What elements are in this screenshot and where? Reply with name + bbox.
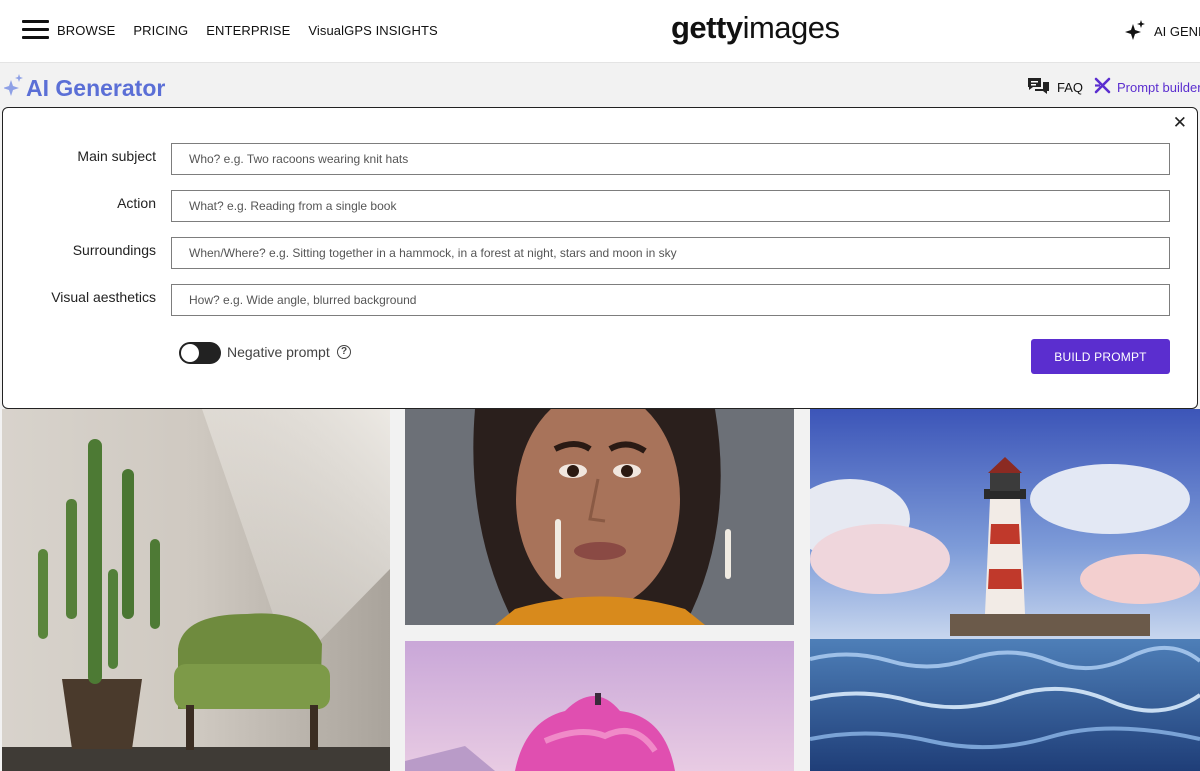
sparkle-icon: [1124, 20, 1146, 43]
gettyimages-logo[interactable]: gettyimages: [671, 10, 840, 46]
surroundings-input[interactable]: [171, 237, 1170, 269]
visual-aesthetics-label: Visual aesthetics: [51, 289, 156, 305]
cactus-chair-image[interactable]: [2, 409, 390, 771]
chat-bubbles-icon: [1027, 77, 1050, 98]
help-icon[interactable]: ?: [337, 345, 351, 359]
prompt-builder-icon: [1094, 77, 1111, 97]
negative-prompt-toggle[interactable]: [179, 342, 221, 364]
nav-pricing[interactable]: PRICING: [133, 23, 188, 38]
sparkle-icon: [3, 74, 24, 102]
nav-visualgps-insights[interactable]: VisualGPS INSIGHTS: [308, 23, 437, 38]
lighthouse-painting-image[interactable]: [810, 409, 1200, 771]
build-prompt-button[interactable]: BUILD PROMPT: [1031, 339, 1170, 374]
prompt-builder-panel: ✕ Main subject Action Surroundings Visua…: [2, 107, 1198, 409]
prompt-builder-label: Prompt builder: [1117, 79, 1200, 95]
page-title: AI Generator: [3, 74, 166, 102]
logo-bold: getty: [671, 10, 743, 45]
nav-browse[interactable]: BROWSE: [57, 23, 115, 38]
portrait-woman-image[interactable]: [405, 409, 794, 625]
main-subject-input[interactable]: [171, 143, 1170, 175]
negative-prompt-label: Negative prompt: [227, 344, 330, 360]
prompt-builder-link[interactable]: Prompt builder: [1094, 77, 1200, 97]
faq-link[interactable]: FAQ: [1027, 77, 1083, 98]
nav-enterprise[interactable]: ENTERPRISE: [206, 23, 290, 38]
faq-label: FAQ: [1057, 80, 1084, 95]
page-title-text: AI Generator: [26, 74, 166, 101]
main-nav: BROWSE PRICING ENTERPRISE VisualGPS INSI…: [57, 23, 438, 38]
action-input[interactable]: [171, 190, 1170, 222]
menu-icon[interactable]: [22, 20, 49, 40]
logo-light: images: [742, 10, 840, 45]
surroundings-label: Surroundings: [72, 242, 156, 258]
close-icon[interactable]: ✕: [1173, 114, 1187, 131]
ai-nav-label: AI GENE: [1154, 24, 1200, 39]
ai-generator-nav-link[interactable]: AI GENE: [1124, 20, 1200, 43]
visual-aesthetics-input[interactable]: [171, 284, 1170, 316]
toggle-knob: [181, 344, 199, 362]
pink-landscape-image[interactable]: [405, 641, 794, 771]
action-label: Action: [117, 195, 156, 211]
top-navigation-bar: BROWSE PRICING ENTERPRISE VisualGPS INSI…: [0, 0, 1200, 63]
main-subject-label: Main subject: [77, 148, 156, 164]
